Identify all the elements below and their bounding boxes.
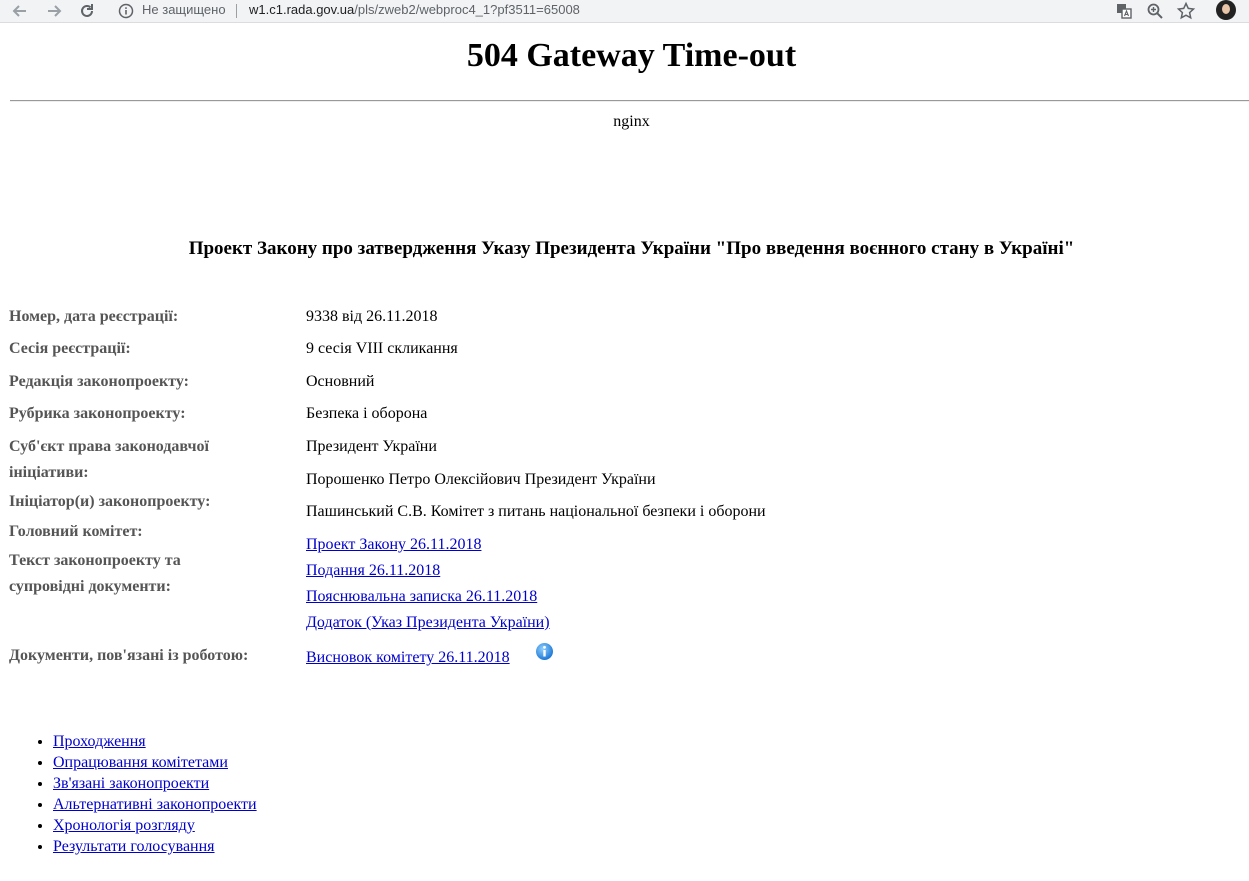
label-subject-line2: ініціативи: <box>9 464 89 481</box>
bill-title: Проект Закону про затвердження Указу Пре… <box>188 238 1075 259</box>
list-item: Альтернативні законопроекти <box>53 794 257 815</box>
label-subject-line1: Суб'єкт права законодавчої <box>9 438 209 455</box>
label-session: Сесія реєстрації: <box>9 340 131 357</box>
address-bar[interactable]: Не защищено w1.c1.rada.gov.ua/pls/zweb2/… <box>108 0 1204 22</box>
value-rubric: Безпека і оборона <box>306 405 428 422</box>
value-number-date: 9338 від 26.11.2018 <box>306 308 438 325</box>
url-host: w1.c1.rada.gov.ua <box>249 2 355 17</box>
document-link[interactable]: Додаток (Указ Президента України) <box>306 614 550 631</box>
reload-icon[interactable] <box>77 1 97 21</box>
list-item: Результати голосування <box>53 836 257 857</box>
browser-toolbar: Не защищено w1.c1.rada.gov.ua/pls/zweb2/… <box>0 0 1249 23</box>
label-initiator: Ініціатор(и) законопроекту: <box>9 493 211 510</box>
nav-link-committees[interactable]: Опрацювання комітетами <box>53 754 228 771</box>
url-text[interactable]: w1.c1.rada.gov.ua/pls/zweb2/webproc4_1?p… <box>249 2 580 17</box>
forward-arrow-icon[interactable] <box>44 1 64 21</box>
info-circle-icon[interactable] <box>118 3 134 24</box>
label-rubric: Рубрика законопроекту: <box>9 405 186 422</box>
label-edition: Редакція законопроекту: <box>9 373 189 390</box>
back-arrow-icon[interactable] <box>10 1 30 21</box>
document-link[interactable]: Подання 26.11.2018 <box>306 562 440 579</box>
list-item: Опрацювання комітетами <box>53 752 257 773</box>
value-session: 9 сесія VIII скликання <box>306 340 458 357</box>
label-committee: Головний комітет: <box>9 523 143 540</box>
server-name: nginx <box>613 113 650 130</box>
value-subject: Президент України <box>306 438 437 455</box>
label-number-date: Номер, дата реєстрації: <box>9 308 179 325</box>
zoom-icon[interactable] <box>1145 1 1165 21</box>
list-item: Зв'язані законопроекти <box>53 773 257 794</box>
nav-link-chronology[interactable]: Хронологія розгляду <box>53 817 195 834</box>
omnibox-divider <box>236 4 237 18</box>
bill-nav-list: Проходження Опрацювання комітетами Зв'яз… <box>13 731 257 857</box>
security-status[interactable]: Не защищено <box>142 2 226 17</box>
list-item: Хронологія розгляду <box>53 815 257 836</box>
list-item: Проходження <box>53 731 257 752</box>
value-edition: Основний <box>306 373 375 390</box>
profile-avatar[interactable] <box>1216 0 1236 20</box>
horizontal-rule <box>10 100 1249 102</box>
label-related-docs: Документи, пов'язані із роботою: <box>9 647 249 664</box>
label-texts-line1: Текст законопроекту та <box>9 552 181 569</box>
nav-link-voting-results[interactable]: Результати голосування <box>53 838 215 855</box>
document-link[interactable]: Проект Закону 26.11.2018 <box>306 536 481 553</box>
url-path: /pls/zweb2/webproc4_1?pf3511=65008 <box>354 2 580 17</box>
error-title: 504 Gateway Time-out <box>466 37 797 74</box>
label-texts-line2: супровідні документи: <box>9 578 171 595</box>
nav-link-related-bills[interactable]: Зв'язані законопроекти <box>53 775 209 792</box>
nav-link-alternative-bills[interactable]: Альтернативні законопроекти <box>53 796 257 813</box>
related-document-link[interactable]: Висновок комітету 26.11.2018 <box>306 649 510 666</box>
bookmark-star-icon[interactable] <box>1176 1 1196 21</box>
value-initiator: Порошенко Петро Олексійович Президент Ук… <box>306 471 656 488</box>
translate-icon[interactable] <box>1114 1 1134 21</box>
info-icon[interactable] <box>535 642 554 661</box>
nav-link-passage[interactable]: Проходження <box>53 733 146 750</box>
value-committee: Пашинський С.В. Комітет з питань націона… <box>306 503 766 520</box>
document-link[interactable]: Пояснювальна записка 26.11.2018 <box>306 588 537 605</box>
